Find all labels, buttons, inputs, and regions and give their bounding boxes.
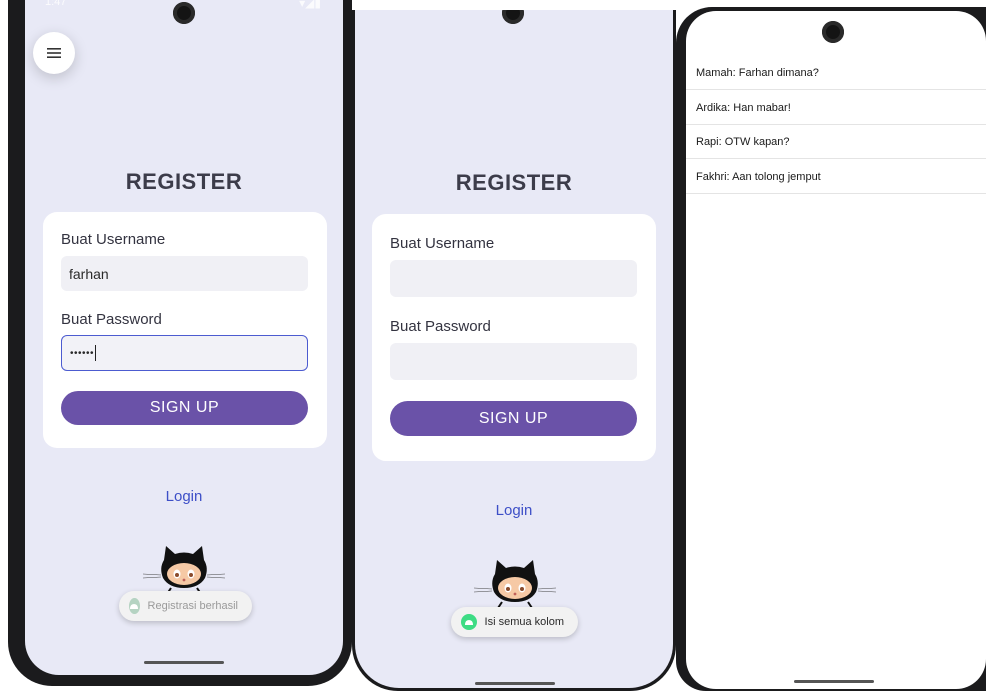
list-item[interactable]: Fakhri: Aan tolong jemput [686, 160, 986, 194]
screen-register-success: 1:47 ▾◢▮ REGISTER Buat Username farhan B… [25, 0, 343, 675]
login-link[interactable]: Login [355, 502, 673, 519]
message-text: Rapi: OTW kapan? [696, 135, 790, 148]
octocat-icon [473, 560, 557, 608]
page-title: REGISTER [455, 170, 573, 195]
android-icon [129, 598, 140, 614]
password-input[interactable]: •••••• [61, 335, 308, 371]
username-input[interactable] [390, 260, 637, 297]
password-label: Buat Password [390, 318, 491, 335]
toast-text: Isi semua kolom [484, 616, 564, 628]
toast-message: Registrasi berhasil [119, 591, 252, 621]
message-text: Fakhri: Aan tolong jemput [696, 170, 821, 183]
text-cursor [95, 345, 97, 361]
username-value: farhan [69, 265, 109, 282]
toast-text: Registrasi berhasil [147, 600, 238, 612]
screen-chat-list: Mamah: Farhan dimana? Ardika: Han mabar!… [686, 11, 986, 689]
page-title: REGISTER [125, 169, 243, 194]
password-label: Buat Password [61, 311, 162, 328]
menu-button[interactable] [33, 32, 75, 74]
username-input[interactable]: farhan [61, 256, 308, 291]
login-link[interactable]: Login [25, 488, 343, 505]
sign-up-button[interactable]: SIGN UP [390, 401, 637, 436]
home-indicator[interactable] [794, 680, 874, 683]
home-indicator[interactable] [475, 682, 555, 685]
message-text: Mamah: Farhan dimana? [696, 66, 819, 79]
android-icon [461, 614, 477, 630]
username-label: Buat Username [390, 235, 495, 252]
screen-register-empty: REGISTER Buat Username Buat Password SIG… [355, 10, 673, 688]
status-icons: ▾◢▮ [299, 0, 321, 10]
sign-up-button[interactable]: SIGN UP [61, 391, 308, 425]
phone-register-empty: REGISTER Buat Username Buat Password SIG… [352, 10, 676, 691]
password-input[interactable] [390, 343, 637, 380]
front-camera [173, 2, 195, 24]
username-label: Buat Username [61, 231, 166, 248]
list-item[interactable]: Ardika: Han mabar! [686, 91, 986, 125]
octocat-icon [142, 546, 226, 594]
password-value: •••••• [70, 347, 95, 359]
front-camera [502, 10, 524, 24]
status-time: 1:47 [45, 0, 67, 8]
front-camera [822, 21, 844, 43]
home-indicator[interactable] [144, 661, 224, 664]
list-item[interactable]: Mamah: Farhan dimana? [686, 56, 986, 90]
list-item[interactable]: Rapi: OTW kapan? [686, 125, 986, 159]
register-card: Buat Username farhan Buat Password •••••… [43, 212, 327, 448]
message-text: Ardika: Han mabar! [696, 101, 791, 114]
menu-icon [47, 48, 61, 58]
toast-message: Isi semua kolom [451, 607, 578, 637]
register-card: Buat Username Buat Password SIGN UP [372, 214, 656, 461]
phone-chat-list: Mamah: Farhan dimana? Ardika: Han mabar!… [676, 7, 986, 691]
phone-register-success: 1:47 ▾◢▮ REGISTER Buat Username farhan B… [8, 0, 352, 686]
